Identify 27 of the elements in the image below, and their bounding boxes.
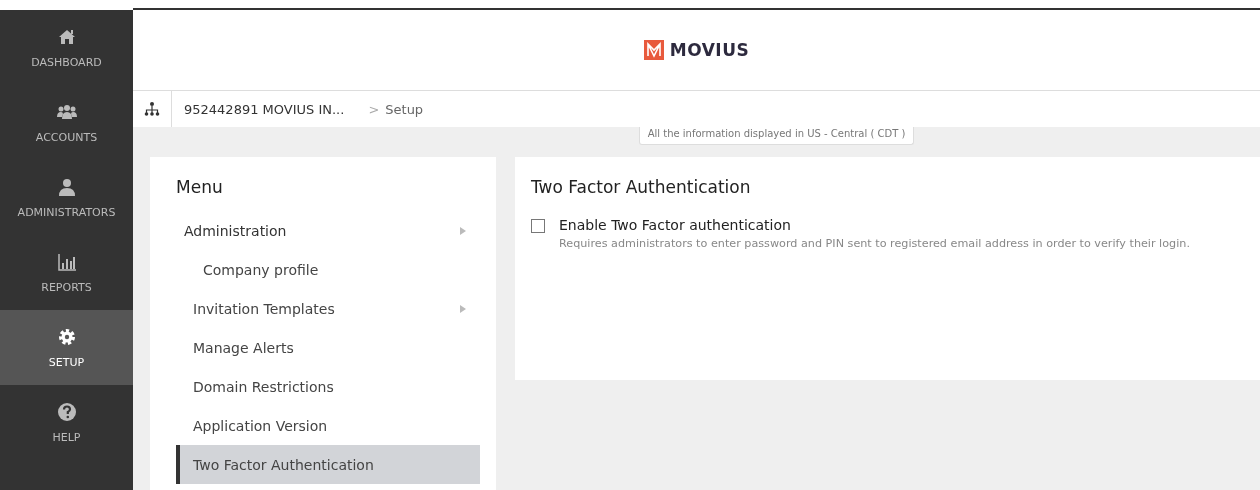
option-description: Requires administrators to enter password and PIN sent to registered email address in order to verify their login. [559,237,1190,250]
timezone-note: All the information displayed in US - Central ( CDT ) [638,127,915,145]
sidebar-item[interactable]: ACCOUNTS [0,85,133,160]
sidebar-item[interactable]: REPORTS [0,235,133,310]
menu-item[interactable]: Domain Restrictions [176,367,480,406]
breadcrumb-link[interactable]: 952442891 MOVIUS IN... [172,101,345,117]
menu-title: Menu [176,177,224,197]
sidebar-item[interactable]: DASHBOARD [0,10,133,85]
checkbox[interactable] [531,219,545,233]
brand-name: MOVIUS [669,40,750,60]
sidebar-item[interactable]: ADMINISTRATORS [0,160,133,235]
panel-title: Two Factor Authentication [531,177,752,197]
menu-item[interactable]: Company profile [176,250,480,289]
breadcrumb-current: Setup [385,101,424,117]
sidebar-item[interactable]: SETUP [0,310,133,385]
menu-item[interactable]: Two Factor Authentication [176,445,480,484]
menu-item[interactable]: Application Version [176,406,480,445]
chart-icon [55,251,78,273]
menu-item[interactable]: Invitation Templates [176,289,480,328]
breadcrumb-separator: > [367,101,381,117]
logo-icon [643,40,664,60]
hierarchy-icon[interactable] [144,101,160,117]
help-icon [55,401,78,423]
menu-item[interactable]: Administration [176,211,480,250]
menu-item[interactable]: Manage Alerts [176,328,480,367]
sidebar-item[interactable]: HELP [0,385,133,460]
checkbox-label: Enable Two Factor authentication [559,217,792,233]
